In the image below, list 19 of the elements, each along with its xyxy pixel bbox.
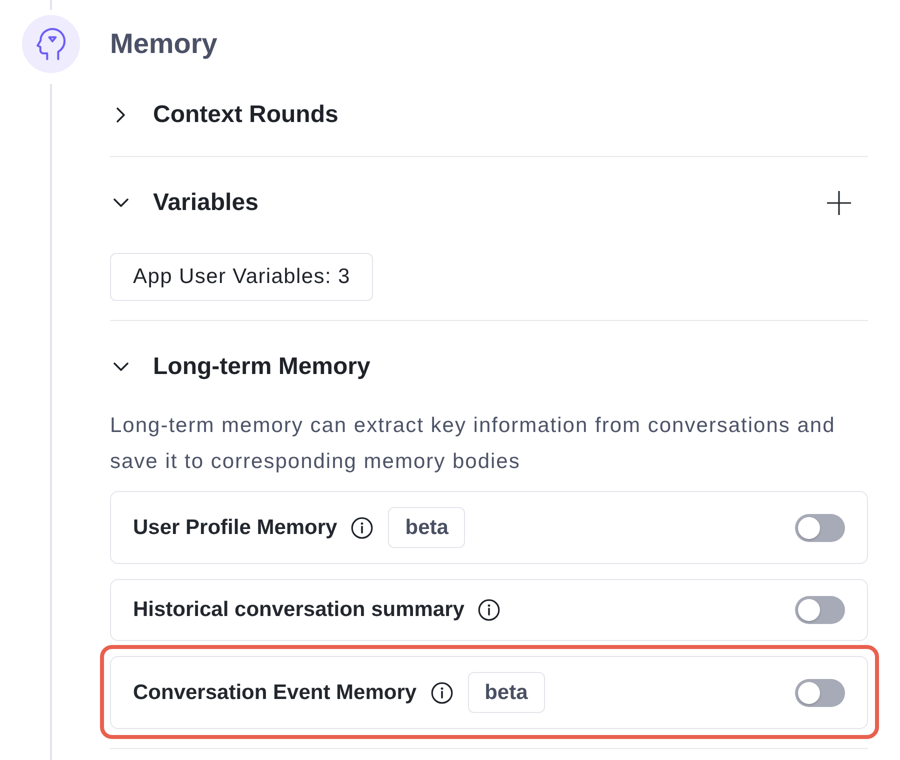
variables-button[interactable]: App User Variables: 3: [110, 253, 374, 301]
section-title: Memory: [110, 28, 218, 60]
toggle-switch[interactable]: [795, 514, 845, 542]
head-icon: [22, 15, 80, 73]
toggle-switch[interactable]: [795, 596, 845, 624]
feature-label: Conversation Event Memory: [133, 680, 417, 704]
info-icon[interactable]: [351, 516, 374, 538]
info-icon[interactable]: [430, 682, 453, 704]
beta-tag: beta: [388, 507, 466, 548]
info-icon[interactable]: [478, 599, 500, 621]
plus-icon[interactable]: [827, 191, 851, 215]
section-header[interactable]: Context Rounds: [110, 101, 338, 129]
toggle-switch[interactable]: [795, 678, 845, 706]
section-header[interactable]: Variables: [110, 189, 258, 217]
beta-tag: beta: [468, 672, 545, 713]
section-header[interactable]: Long-term Memory: [110, 353, 370, 381]
description-text: Long-term memory can extract key information from conversations and save it to corresponding memory bodies: [110, 413, 836, 475]
feature-label: User Profile Memory: [133, 516, 338, 540]
feature-label: Historical conversation summary: [133, 598, 464, 622]
